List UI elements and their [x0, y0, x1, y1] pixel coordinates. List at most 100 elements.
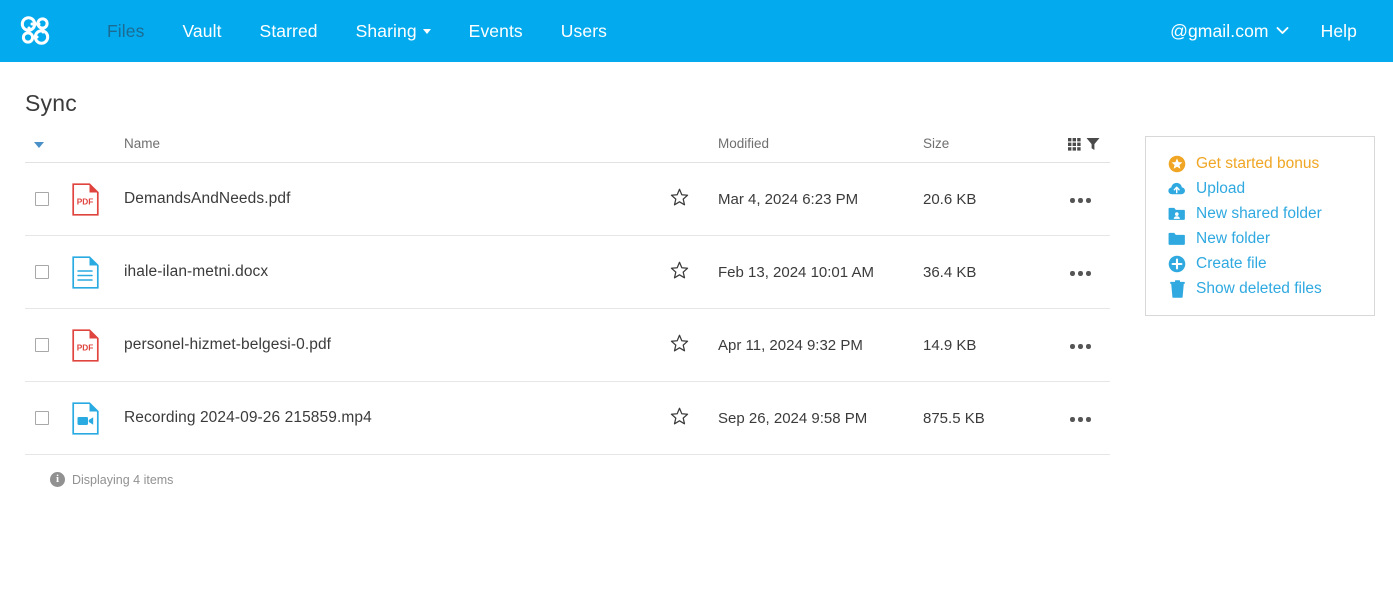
- filter-funnel-icon[interactable]: [1086, 136, 1100, 151]
- file-modified: Apr 11, 2024 9:32 PM: [718, 336, 863, 354]
- row-menu-cell: [1068, 382, 1110, 455]
- file-name[interactable]: Recording 2024-09-26 215859.mp4: [124, 409, 372, 426]
- help-label: Help: [1320, 21, 1357, 41]
- file-size: 14.9 KB: [923, 336, 977, 354]
- row-star-cell: [670, 382, 718, 455]
- chevron-down-icon: [422, 28, 431, 34]
- star-icon[interactable]: [670, 188, 689, 211]
- shared-folder-icon: [1168, 205, 1186, 223]
- nav-item-events[interactable]: Events: [450, 0, 542, 62]
- file-name[interactable]: DemandsAndNeeds.pdf: [124, 190, 290, 207]
- row-menu-cell: [1068, 309, 1110, 382]
- list-status-label: Displaying 4 items: [72, 472, 174, 487]
- row-checkbox-cell: [25, 236, 72, 309]
- nav-item-vault-label: Vault: [182, 21, 222, 41]
- action-create-file[interactable]: Create file: [1146, 251, 1374, 276]
- th-modified[interactable]: Modified: [718, 136, 923, 164]
- file-size: 20.6 KB: [923, 190, 977, 208]
- video-file-icon: [72, 402, 99, 435]
- file-table-head: Name Modified Size: [25, 136, 1110, 164]
- star-icon[interactable]: [670, 261, 689, 284]
- action-get-started-bonus[interactable]: Get started bonus: [1146, 151, 1374, 176]
- plus-circle-icon: [1168, 255, 1186, 273]
- table-row[interactable]: ihale-ilan-metni.docx Feb 13, 2024 10:01…: [25, 236, 1110, 309]
- row-star-cell: [670, 236, 718, 309]
- table-header-row: Name Modified Size: [25, 136, 1110, 164]
- row-overflow-menu-icon[interactable]: [1068, 411, 1093, 428]
- file-name[interactable]: ihale-ilan-metni.docx: [124, 263, 268, 280]
- row-star-cell: [670, 163, 718, 236]
- table-row[interactable]: PDF DemandsAndNeeds.pdf Mar 4, 2024 6:23…: [25, 163, 1110, 236]
- row-checkbox[interactable]: [35, 338, 49, 353]
- table-row[interactable]: PDF personel-hizmet-belgesi-0.pdf Apr 11…: [25, 309, 1110, 382]
- nav-item-vault[interactable]: Vault: [163, 0, 240, 62]
- file-list-container: Name Modified Size PDF DemandsAndNeeds.p…: [25, 136, 1110, 488]
- grid-columns-icon[interactable]: [1068, 136, 1083, 151]
- sort-descending-caret-icon[interactable]: [34, 142, 44, 149]
- nav-item-sharing-label: Sharing: [355, 21, 417, 41]
- star-icon[interactable]: [670, 407, 689, 430]
- file-name[interactable]: personel-hizmet-belgesi-0.pdf: [124, 336, 331, 353]
- action-show-deleted-files[interactable]: Show deleted files: [1146, 276, 1374, 301]
- trash-icon: [1168, 279, 1186, 298]
- action-new-folder[interactable]: New folder: [1146, 226, 1374, 251]
- nav-item-files-label: Files: [107, 21, 145, 41]
- table-row[interactable]: Recording 2024-09-26 215859.mp4 Sep 26, …: [25, 382, 1110, 455]
- row-checkbox[interactable]: [35, 411, 49, 426]
- th-name[interactable]: Name: [124, 136, 670, 164]
- th-size[interactable]: Size: [923, 136, 1068, 164]
- action-label: New shared folder: [1196, 204, 1322, 222]
- file-table-body: PDF DemandsAndNeeds.pdf Mar 4, 2024 6:23…: [25, 163, 1110, 455]
- row-name-cell[interactable]: DemandsAndNeeds.pdf: [124, 163, 670, 236]
- row-name-cell[interactable]: personel-hizmet-belgesi-0.pdf: [124, 309, 670, 382]
- row-checkbox[interactable]: [35, 192, 49, 207]
- svg-text:PDF: PDF: [77, 196, 94, 206]
- main-nav: Files Vault Starred Sharing Events Users: [88, 0, 626, 62]
- info-icon: i: [50, 472, 65, 488]
- file-modified: Sep 26, 2024 9:58 PM: [718, 409, 868, 427]
- action-label: New folder: [1196, 229, 1271, 247]
- pdf-file-icon: PDF: [72, 329, 99, 362]
- row-menu-cell: [1068, 236, 1110, 309]
- nav-item-starred[interactable]: Starred: [241, 0, 337, 62]
- row-overflow-menu-icon[interactable]: [1068, 338, 1093, 355]
- row-overflow-menu-icon[interactable]: [1068, 265, 1093, 282]
- action-label: Show deleted files: [1196, 279, 1322, 297]
- th-tools: [1068, 136, 1110, 164]
- star-icon[interactable]: [670, 334, 689, 357]
- cloud-molecule-logo-icon: [20, 16, 50, 45]
- row-icon-cell: [72, 382, 124, 455]
- nav-item-users[interactable]: Users: [542, 0, 626, 62]
- help-link[interactable]: Help: [1305, 0, 1373, 62]
- app-logo[interactable]: [14, 9, 58, 53]
- row-icon-cell: PDF: [72, 309, 124, 382]
- file-table: Name Modified Size PDF DemandsAndNeeds.p…: [25, 136, 1110, 455]
- account-menu[interactable]: @gmail.com: [1154, 0, 1305, 62]
- page-body: Sync Name Modified Size PDF DemandsAndNe…: [0, 62, 1393, 488]
- list-status: i Displaying 4 items: [50, 472, 1110, 488]
- star-badge-icon: [1168, 155, 1186, 173]
- th-star-spacer: [670, 136, 718, 164]
- chevron-down-icon: [1276, 26, 1289, 35]
- row-name-cell[interactable]: Recording 2024-09-26 215859.mp4: [124, 382, 670, 455]
- row-overflow-menu-icon[interactable]: [1068, 192, 1093, 209]
- row-name-cell[interactable]: ihale-ilan-metni.docx: [124, 236, 670, 309]
- action-label: Get started bonus: [1196, 154, 1320, 172]
- row-checkbox[interactable]: [35, 265, 49, 280]
- file-modified: Mar 4, 2024 6:23 PM: [718, 190, 859, 208]
- account-nav: @gmail.com Help: [1154, 0, 1373, 62]
- file-size: 875.5 KB: [923, 409, 985, 427]
- cloud-upload-icon: [1168, 180, 1186, 198]
- action-new-shared-folder[interactable]: New shared folder: [1146, 201, 1374, 226]
- action-upload[interactable]: Upload: [1146, 176, 1374, 201]
- row-checkbox-cell: [25, 309, 72, 382]
- action-label: Create file: [1196, 254, 1267, 272]
- row-icon-cell: PDF: [72, 163, 124, 236]
- page-title: Sync: [25, 90, 77, 116]
- th-icon-spacer: [72, 136, 124, 164]
- row-icon-cell: [72, 236, 124, 309]
- folder-icon: [1168, 230, 1186, 248]
- nav-item-files[interactable]: Files: [88, 0, 163, 62]
- nav-item-sharing[interactable]: Sharing: [337, 0, 450, 62]
- th-sort[interactable]: [25, 136, 72, 164]
